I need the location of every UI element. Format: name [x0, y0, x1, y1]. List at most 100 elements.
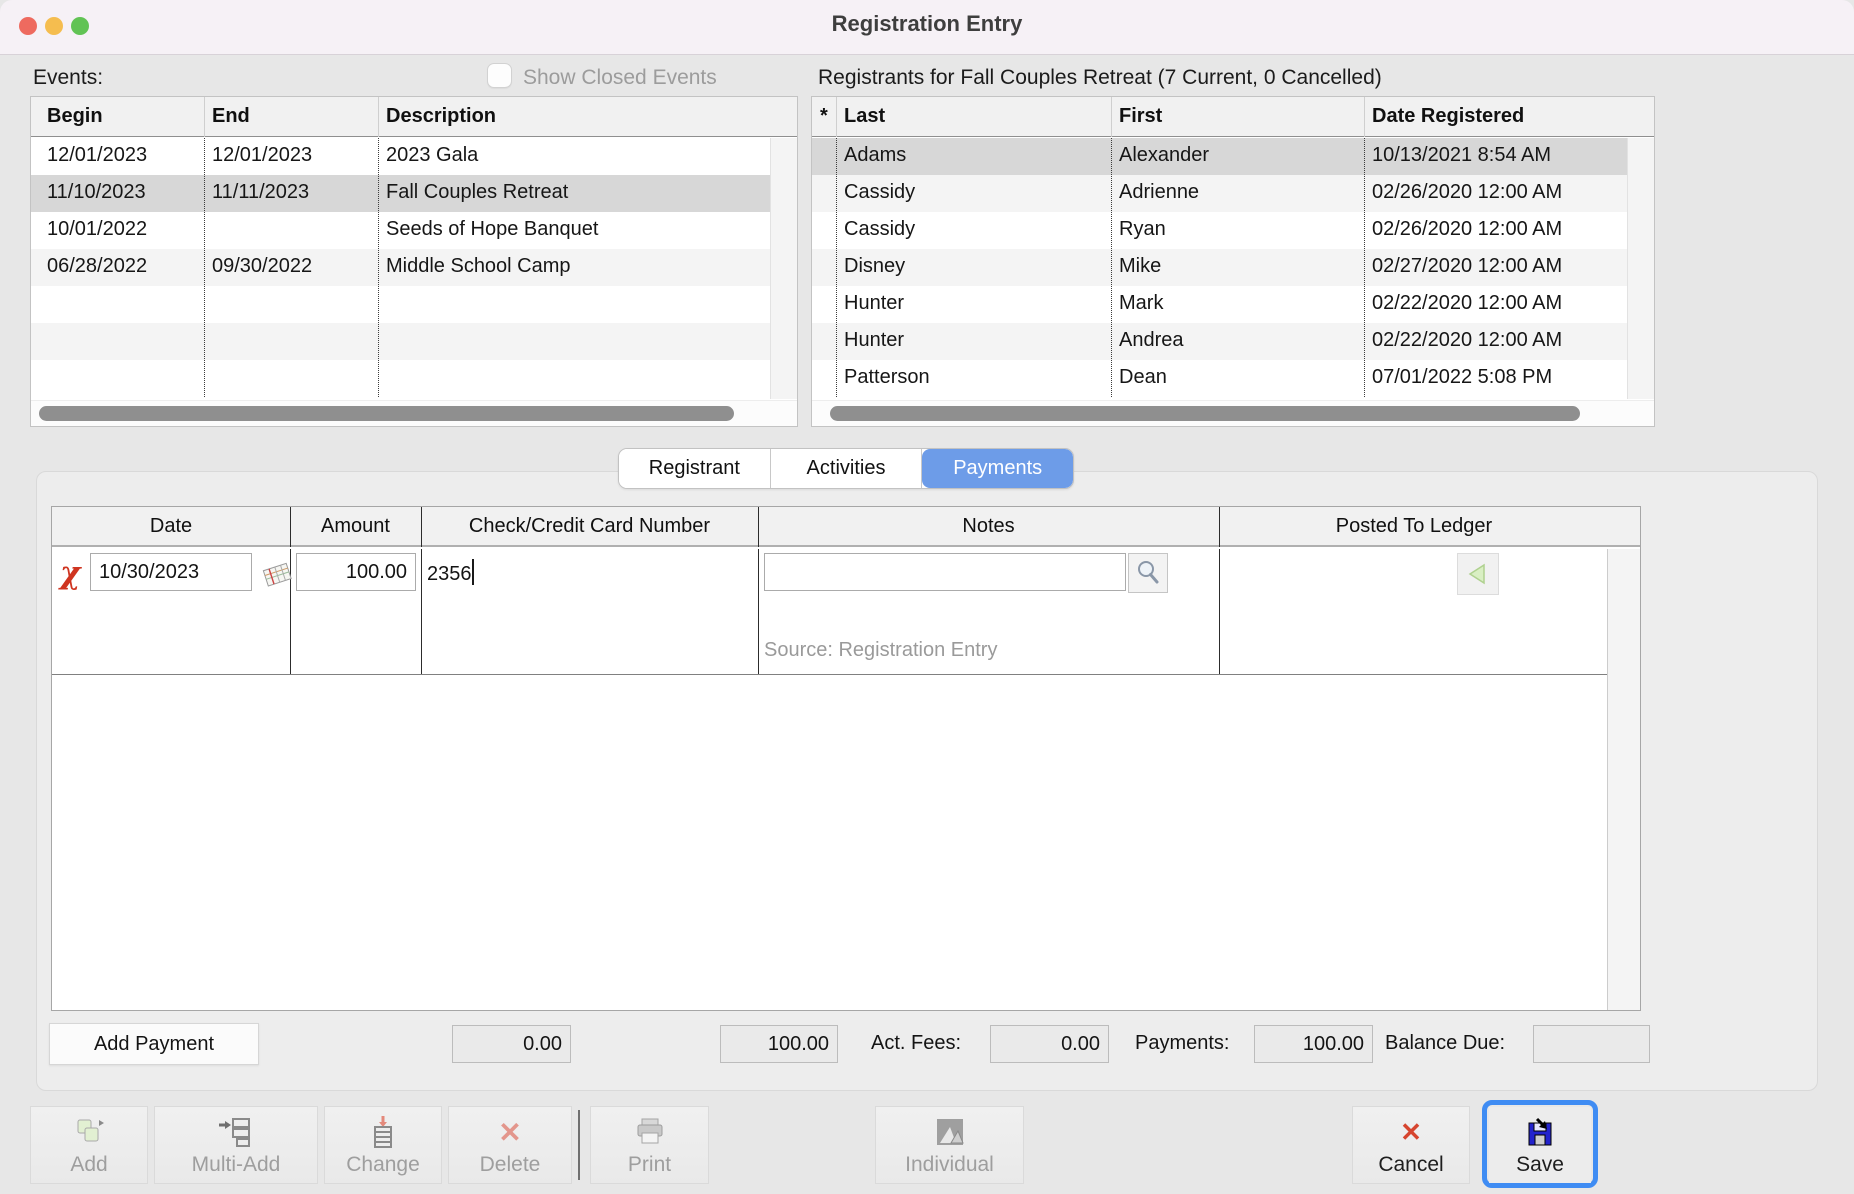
table-row[interactable]: 06/28/202209/30/2022Middle School Camp: [31, 249, 797, 286]
green-left-triangle-icon[interactable]: [1457, 553, 1499, 595]
show-closed-events-checkbox[interactable]: [487, 63, 512, 88]
cell-date_registered: 10/13/2021 8:54 AM: [1372, 144, 1551, 167]
column-header-begin[interactable]: Begin: [47, 105, 103, 128]
table-row[interactable]: AdamsAlexander10/13/2021 8:54 AM: [812, 138, 1654, 175]
table-row[interactable]: 12/01/2023 12/01/2023 2023 Gala: [31, 138, 797, 175]
cell-description: 2023 Gala: [386, 144, 478, 167]
tab-registrant[interactable]: Registrant: [619, 449, 771, 488]
cell-description: Fall Couples Retreat: [386, 181, 568, 204]
column-header-date-registered[interactable]: Date Registered: [1372, 105, 1524, 128]
payments-table-header: Date Amount Check/Credit Card Number Not…: [52, 507, 1640, 547]
activity-total-field: [452, 1025, 571, 1063]
registrants-table-header: * Last First Date Registered: [812, 97, 1654, 137]
individual-photo-icon: [934, 1115, 966, 1149]
table-row[interactable]: [31, 323, 797, 360]
table-row[interactable]: Hunter Andrea 02/22/2020 12:00 AM: [812, 323, 1654, 360]
balance-due-field: [1533, 1025, 1650, 1063]
cell-begin: 12/01/2023: [47, 144, 147, 167]
cancel-button[interactable]: ✕ Cancel: [1352, 1106, 1470, 1184]
detail-tabs: Registrant Activities Payments: [618, 448, 1074, 489]
column-header-description[interactable]: Description: [386, 105, 496, 128]
magnifier-icon[interactable]: [1128, 553, 1168, 593]
printer-icon: [633, 1115, 667, 1149]
toolbar-separator: [578, 1110, 580, 1180]
add-button[interactable]: Add: [30, 1106, 148, 1184]
payment-amount-input[interactable]: [296, 553, 416, 591]
cell-end: 12/01/2023: [212, 144, 312, 167]
cell-begin: 10/01/2022: [47, 218, 147, 241]
table-row[interactable]: PattersonDean07/01/2022 5:08 PM: [812, 360, 1654, 397]
cell-begin: 06/28/2022: [47, 255, 147, 278]
print-button[interactable]: Print: [590, 1106, 709, 1184]
table-row[interactable]: HunterMark02/22/2020 12:00 AM: [812, 286, 1654, 323]
table-row[interactable]: DisneyMike02/27/2020 12:00 AM: [812, 249, 1654, 286]
save-button[interactable]: Save: [1489, 1107, 1591, 1183]
cancel-x-icon: ✕: [1400, 1115, 1422, 1149]
cell-first: Ryan: [1119, 218, 1166, 241]
cell-last: Cassidy: [844, 181, 915, 204]
multi-add-icon: [217, 1115, 255, 1149]
payments-field: [1254, 1025, 1373, 1063]
events-table-body: 12/01/202312/01/20232023 Gala11/10/20231…: [31, 138, 797, 397]
events-horizontal-scrollbar[interactable]: [39, 406, 734, 421]
column-header-last[interactable]: Last: [844, 105, 885, 128]
cell-date_registered: 02/22/2020 12:00 AM: [1372, 329, 1562, 352]
act-fees-label: Act. Fees:: [871, 1032, 961, 1055]
cell-begin: 11/10/2023: [47, 181, 146, 204]
multi-add-button[interactable]: Multi-Add: [154, 1106, 318, 1184]
cell-last: Hunter: [844, 329, 904, 352]
cell-last: Adams: [844, 144, 906, 167]
payments-vertical-scrollbar[interactable]: [1607, 549, 1640, 1010]
table-row[interactable]: [31, 360, 797, 397]
show-closed-events-label: Show Closed Events: [523, 66, 717, 90]
events-table-header: Begin End Description: [31, 97, 797, 137]
payments-table: Date Amount Check/Credit Card Number Not…: [51, 506, 1641, 1011]
cell-first: Andrea: [1119, 329, 1184, 352]
column-header-date: Date: [52, 515, 290, 538]
table-row[interactable]: [31, 286, 797, 323]
table-row[interactable]: CassidyAdrienne02/26/2020 12:00 AM: [812, 175, 1654, 212]
delete-row-chi-icon[interactable]: χ: [60, 555, 80, 591]
column-header-notes: Notes: [758, 515, 1219, 538]
events-table: Begin End Description 12/01/202312/01/20…: [30, 96, 798, 427]
column-header-star[interactable]: *: [820, 105, 828, 128]
events-horizontal-scrollbar-track: [31, 400, 797, 426]
table-row[interactable]: CassidyRyan02/26/2020 12:00 AM: [812, 212, 1654, 249]
change-button[interactable]: Change: [324, 1106, 442, 1184]
registrants-horizontal-scrollbar[interactable]: [830, 406, 1580, 421]
add-records-icon: [72, 1115, 106, 1149]
column-header-end[interactable]: End: [212, 105, 250, 128]
table-row[interactable]: 10/01/2022 Seeds of Hope Banquet: [31, 212, 797, 249]
cell-date_registered: 02/26/2020 12:00 AM: [1372, 181, 1562, 204]
column-header-check-number: Check/Credit Card Number: [421, 515, 758, 538]
cell-description: Seeds of Hope Banquet: [386, 218, 598, 241]
column-header-posted-to-ledger: Posted To Ledger: [1219, 515, 1609, 538]
delete-button[interactable]: ✕ Delete: [448, 1106, 572, 1184]
payment-date-input[interactable]: [90, 553, 252, 591]
individual-button[interactable]: Individual: [875, 1106, 1024, 1184]
table-row[interactable]: 11/10/202311/11/2023Fall Couples Retreat: [31, 175, 797, 212]
cell-date_registered: 07/01/2022 5:08 PM: [1372, 366, 1552, 389]
act-fees-field: [990, 1025, 1109, 1063]
column-header-first[interactable]: First: [1119, 105, 1162, 128]
registrants-table: * Last First Date Registered AdamsAlexan…: [811, 96, 1655, 427]
balance-due-label: Balance Due:: [1385, 1032, 1505, 1055]
tab-activities[interactable]: Activities: [771, 449, 923, 488]
payment-check-number-input[interactable]: 2356: [427, 559, 474, 586]
registrants-vertical-scrollbar[interactable]: [1627, 138, 1654, 399]
change-record-icon: [370, 1115, 396, 1149]
cell-last: Disney: [844, 255, 905, 278]
delete-x-icon: ✕: [498, 1115, 521, 1149]
tab-payments[interactable]: Payments: [922, 449, 1073, 488]
payment-notes-input[interactable]: [764, 553, 1126, 591]
cell-last: Patterson: [844, 366, 930, 389]
registrants-table-body: AdamsAlexander10/13/2021 8:54 AMCassidyA…: [812, 138, 1654, 397]
save-floppy-icon: [1524, 1115, 1556, 1149]
column-header-amount: Amount: [290, 515, 421, 538]
add-payment-button[interactable]: Add Payment: [49, 1023, 259, 1065]
events-vertical-scrollbar[interactable]: [770, 138, 797, 399]
cell-end: 09/30/2022: [212, 255, 312, 278]
calendar-ledger-icon[interactable]: [258, 559, 294, 591]
cell-last: Hunter: [844, 292, 904, 315]
text-caret: [472, 559, 474, 585]
